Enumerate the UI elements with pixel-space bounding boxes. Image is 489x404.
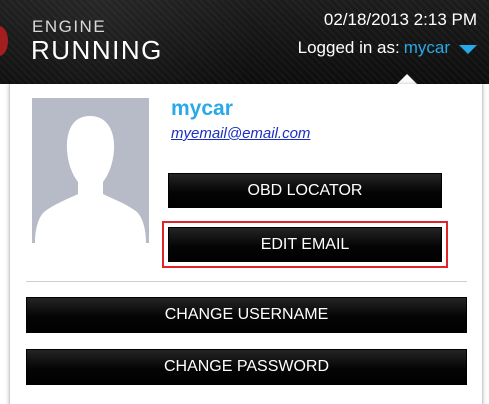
change-username-button[interactable]: CHANGE USERNAME xyxy=(26,297,467,333)
app-header: ENGINE RUNNING 02/18/2013 2:13 PM Logged… xyxy=(0,0,489,84)
person-silhouette-icon xyxy=(32,98,149,243)
brand-mark-icon xyxy=(0,26,8,56)
account-screen: ENGINE RUNNING 02/18/2013 2:13 PM Logged… xyxy=(0,0,489,404)
profile-email-link[interactable]: myemail@email.com xyxy=(171,125,310,142)
brand-name-line1: ENGINE xyxy=(32,17,107,36)
datetime-display: 02/18/2013 2:13 PM xyxy=(323,10,477,29)
section-divider xyxy=(26,281,467,282)
profile-username: mycar xyxy=(171,97,233,120)
logged-in-label: Logged in as: xyxy=(297,38,400,57)
obd-locator-button[interactable]: OBD LOCATOR xyxy=(168,173,442,208)
caret-down-icon[interactable] xyxy=(459,45,477,54)
edit-email-button[interactable]: EDIT EMAIL xyxy=(168,227,442,262)
brand-name-line2: RUNNING xyxy=(31,35,163,65)
change-password-button[interactable]: CHANGE PASSWORD xyxy=(26,349,467,385)
avatar xyxy=(32,98,149,243)
logged-in-username: mycar xyxy=(403,38,450,57)
account-menu-toggle[interactable]: Logged in as: mycar xyxy=(298,38,477,58)
